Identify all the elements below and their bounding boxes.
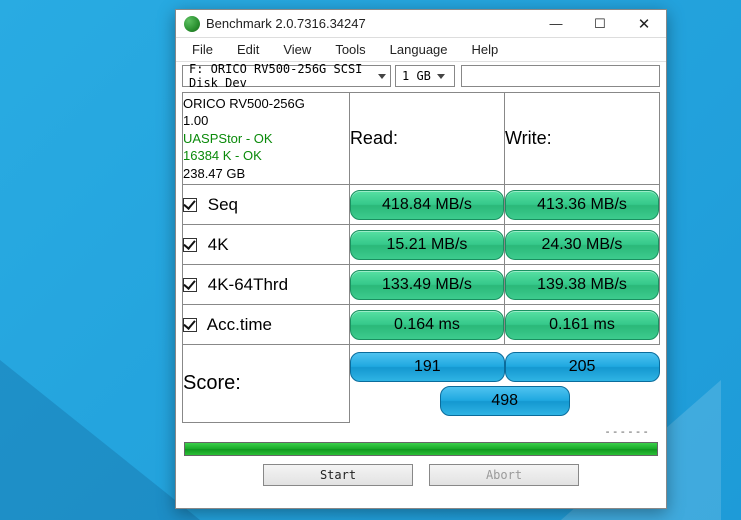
link-placeholder[interactable]: ------	[182, 423, 660, 438]
seq-read-value: 418.84 MB/s	[350, 190, 504, 220]
score-read-value: 191	[350, 352, 505, 382]
score-label: Score:	[183, 372, 241, 394]
abort-button: Abort	[429, 464, 579, 486]
drive-model: ORICO RV500-256G	[183, 95, 349, 113]
window-title: Benchmark 2.0.7316.34247	[206, 16, 534, 31]
checkbox-4k64thrd[interactable]	[183, 278, 197, 292]
menu-view[interactable]: View	[271, 42, 323, 57]
row-seq: Seq 418.84 MB/s 413.36 MB/s	[183, 185, 660, 225]
row-4k64thrd-label: 4K-64Thrd	[208, 275, 288, 294]
size-select-value: 1 GB	[402, 69, 431, 83]
benchmark-window: Benchmark 2.0.7316.34247 — ☐ ✕ File Edit…	[175, 9, 667, 509]
4k64thrd-read-value: 133.49 MB/s	[350, 270, 504, 300]
menu-language[interactable]: Language	[378, 42, 460, 57]
filter-input[interactable]	[461, 65, 660, 87]
desktop-bg-shape	[0, 360, 200, 520]
drive-select-value: F: ORICO RV500-256G SCSI Disk Dev	[189, 62, 372, 90]
drive-select[interactable]: F: ORICO RV500-256G SCSI Disk Dev	[182, 65, 391, 87]
checkbox-acctime[interactable]	[183, 318, 197, 332]
acctime-read-value: 0.164 ms	[350, 310, 504, 340]
4k-write-value: 24.30 MB/s	[505, 230, 659, 260]
write-header: Write:	[504, 93, 659, 185]
row-score: Score: 191 205 498	[183, 345, 660, 423]
bottom-button-row: Start Abort	[176, 464, 666, 486]
drive-capacity: 238.47 GB	[183, 165, 349, 183]
menubar: File Edit View Tools Language Help	[176, 38, 666, 62]
drive-driver-status: UASPStor - OK	[183, 130, 349, 148]
drive-info-cell: ORICO RV500-256G 1.00 UASPStor - OK 1638…	[183, 93, 350, 185]
row-acctime-label: Acc.time	[207, 315, 272, 334]
close-button[interactable]: ✕	[622, 10, 666, 38]
app-icon	[184, 16, 200, 32]
menu-edit[interactable]: Edit	[225, 42, 271, 57]
row-4k-label: 4K	[208, 235, 229, 254]
row-4k: 4K 15.21 MB/s 24.30 MB/s	[183, 225, 660, 265]
seq-write-value: 413.36 MB/s	[505, 190, 659, 220]
4k64thrd-write-value: 139.38 MB/s	[505, 270, 659, 300]
size-select[interactable]: 1 GB	[395, 65, 455, 87]
4k-read-value: 15.21 MB/s	[350, 230, 504, 260]
progress-bar	[184, 442, 658, 456]
maximize-button[interactable]: ☐	[578, 10, 622, 38]
chevron-down-icon	[437, 74, 445, 79]
menu-file[interactable]: File	[180, 42, 225, 57]
read-header: Read:	[349, 93, 504, 185]
row-acctime: Acc.time 0.164 ms 0.161 ms	[183, 305, 660, 345]
drive-alignment-status: 16384 K - OK	[183, 147, 349, 165]
score-total-value: 498	[440, 386, 570, 416]
minimize-button[interactable]: —	[534, 10, 578, 38]
window-controls: — ☐ ✕	[534, 10, 666, 38]
row-seq-label: Seq	[208, 195, 238, 214]
start-button[interactable]: Start	[263, 464, 413, 486]
results-area: ORICO RV500-256G 1.00 UASPStor - OK 1638…	[176, 90, 666, 438]
score-write-value: 205	[505, 352, 660, 382]
selector-row: F: ORICO RV500-256G SCSI Disk Dev 1 GB	[176, 62, 666, 90]
checkbox-seq[interactable]	[183, 198, 197, 212]
titlebar[interactable]: Benchmark 2.0.7316.34247 — ☐ ✕	[176, 10, 666, 38]
chevron-down-icon	[378, 74, 386, 79]
menu-tools[interactable]: Tools	[323, 42, 377, 57]
results-table: ORICO RV500-256G 1.00 UASPStor - OK 1638…	[182, 92, 660, 423]
row-4k64thrd: 4K-64Thrd 133.49 MB/s 139.38 MB/s	[183, 265, 660, 305]
drive-firmware: 1.00	[183, 112, 349, 130]
acctime-write-value: 0.161 ms	[505, 310, 659, 340]
checkbox-4k[interactable]	[183, 238, 197, 252]
menu-help[interactable]: Help	[460, 42, 511, 57]
